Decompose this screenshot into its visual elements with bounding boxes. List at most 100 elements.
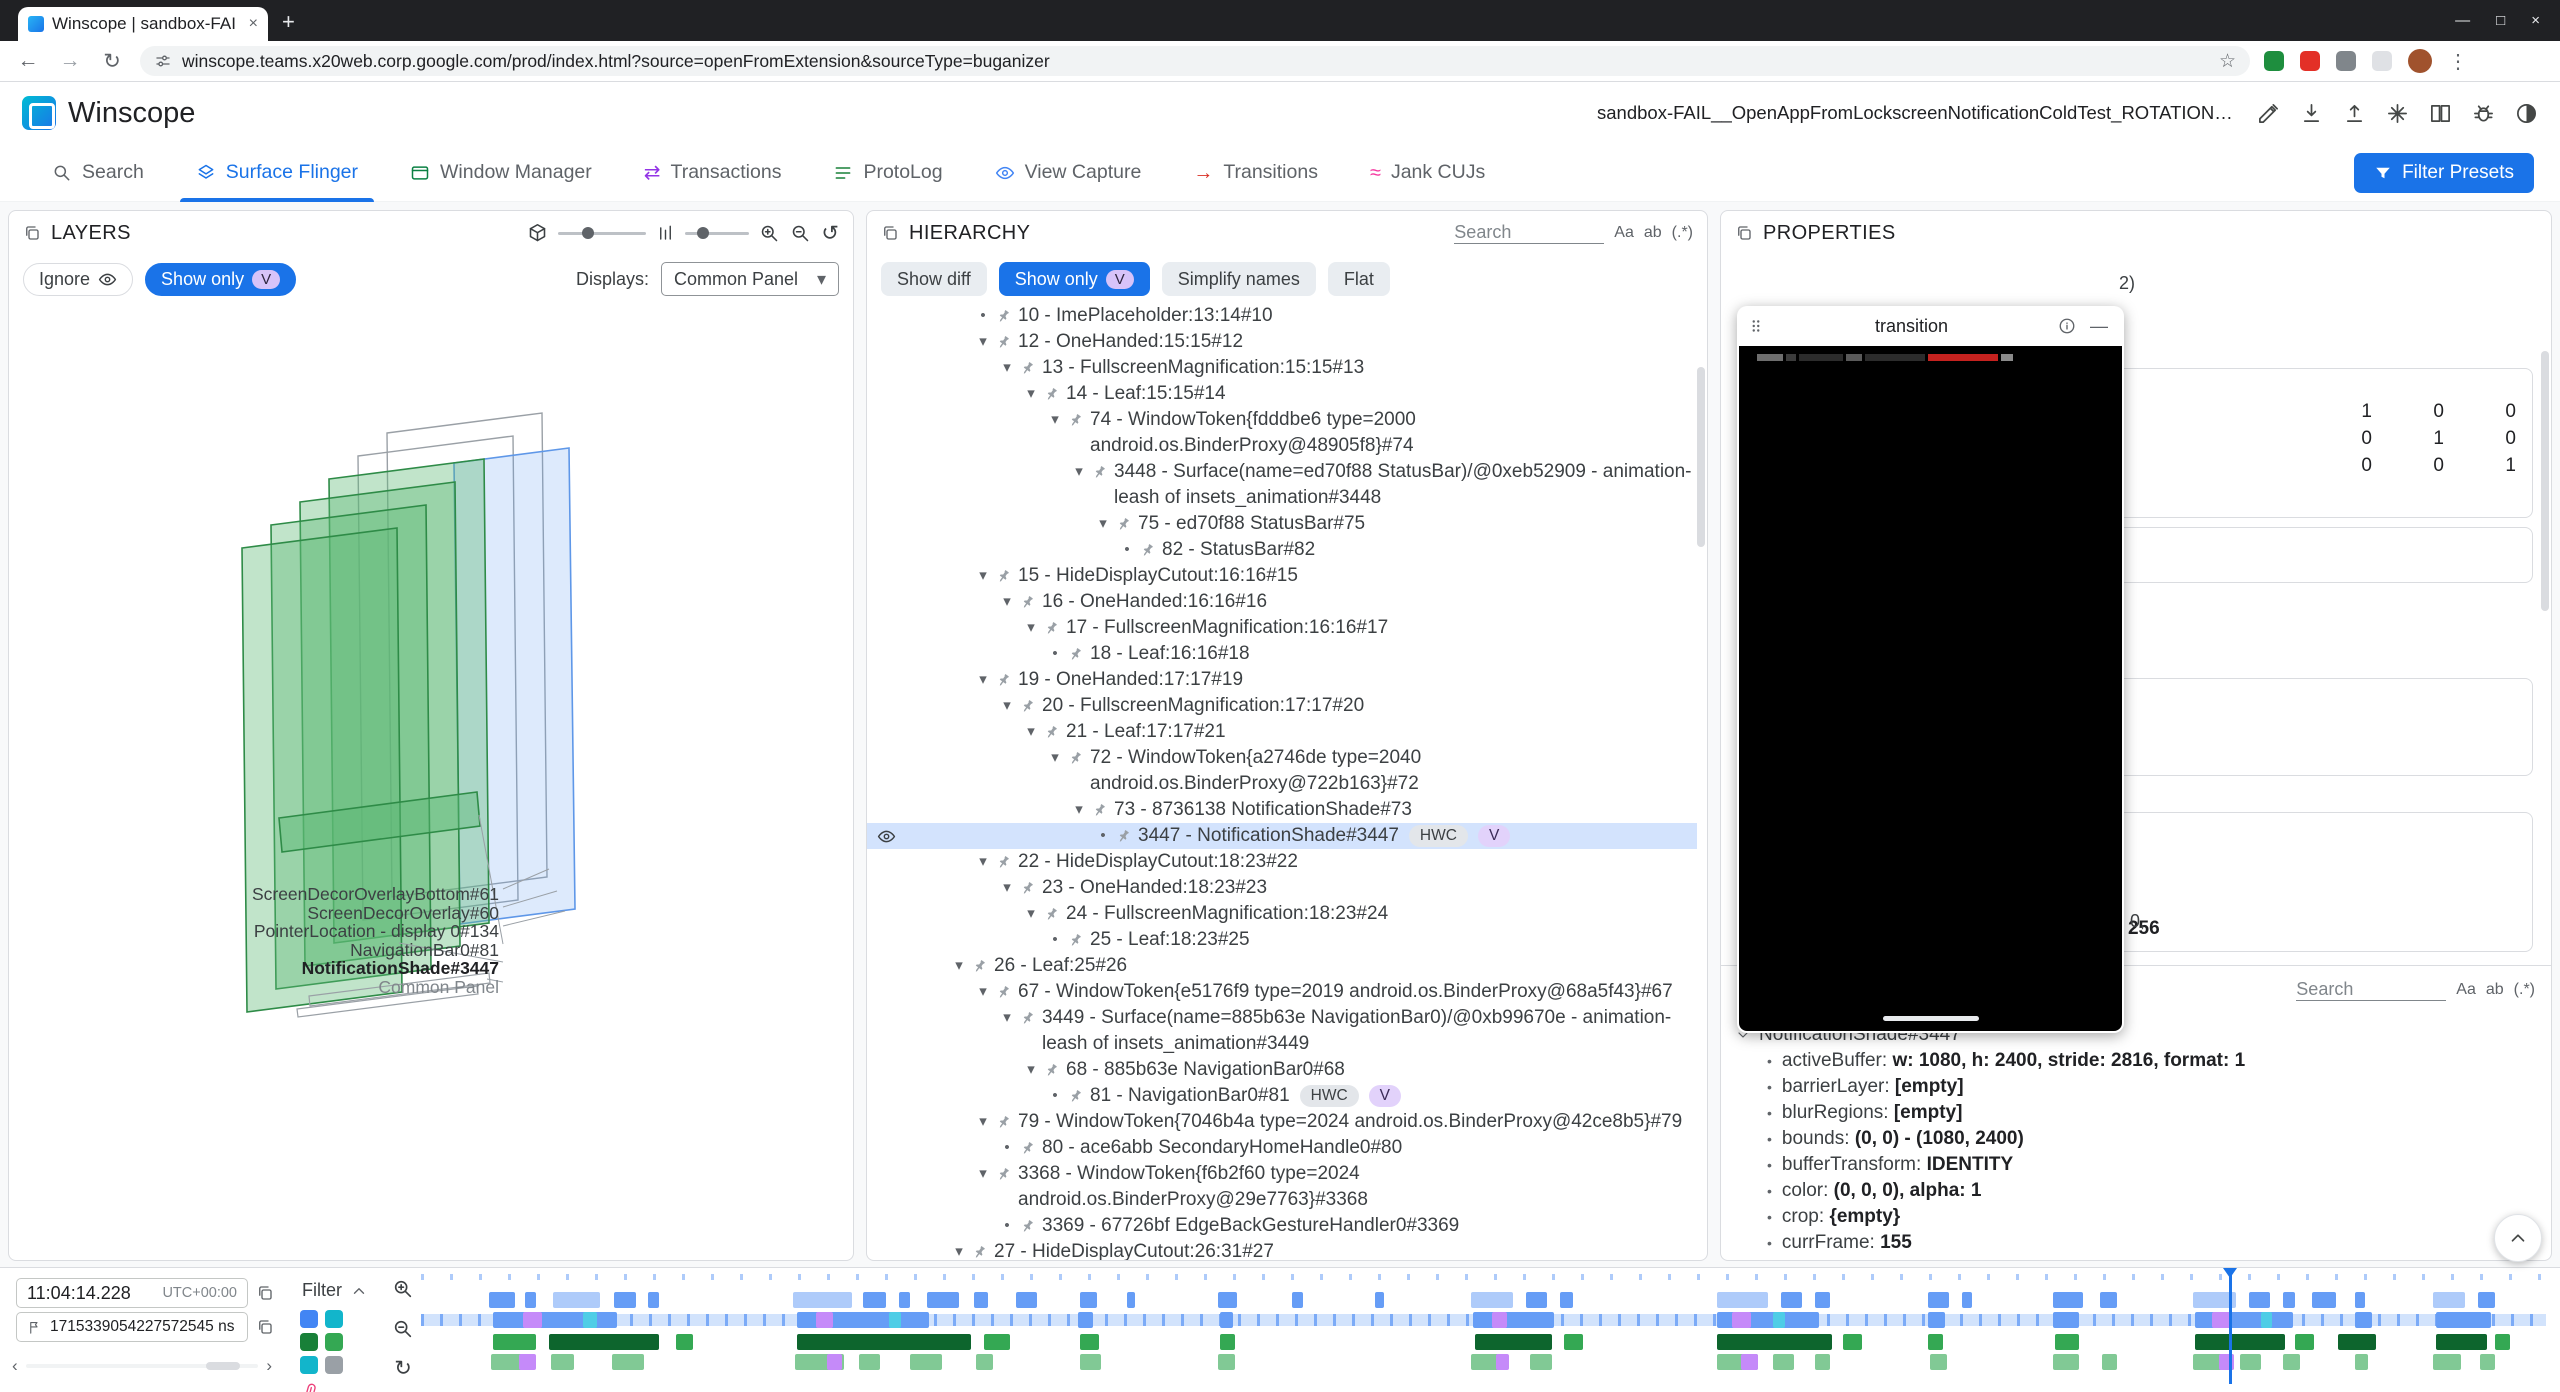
properties-search-input[interactable] (2296, 979, 2446, 1001)
trace-toggle-icon[interactable] (300, 1356, 318, 1374)
trace-segment[interactable] (863, 1292, 886, 1308)
property-item[interactable]: •barrierLayer: [empty] (1721, 1074, 2551, 1100)
url-bar[interactable]: winscope.teams.x20web.corp.google.com/pr… (140, 46, 2250, 76)
trace-segment[interactable] (1815, 1292, 1830, 1308)
expand-chevron-icon[interactable]: ▾ (1043, 407, 1067, 433)
pin-icon[interactable] (1088, 799, 1112, 823)
new-tab-button[interactable]: + (282, 9, 295, 35)
trace-segment[interactable] (1773, 1354, 1794, 1370)
show-only-visible-button[interactable]: Show only V (145, 263, 296, 296)
trace-segment[interactable] (1016, 1292, 1037, 1308)
filter-chip-flat[interactable]: Flat (1328, 262, 1390, 296)
trace-segment[interactable] (1220, 1334, 1235, 1350)
expand-chevron-icon[interactable]: ▾ (971, 1161, 995, 1187)
hierarchy-row[interactable]: •3447 - NotificationShade#3447HWCV (867, 823, 1697, 849)
trace-segment[interactable] (489, 1292, 515, 1308)
trace-segment[interactable] (1220, 1312, 1233, 1328)
pin-icon[interactable] (1112, 513, 1136, 537)
trace-segment[interactable] (1815, 1354, 1830, 1370)
property-item[interactable]: •color: (0, 0, 0), alpha: 1 (1721, 1178, 2551, 1204)
report-bug-icon[interactable] (2472, 102, 2495, 125)
forward-button[interactable]: → (56, 49, 84, 73)
pin-icon[interactable] (1112, 825, 1136, 849)
trace-segment[interactable] (1717, 1334, 1832, 1350)
timeline-hscroll[interactable]: ‹ › (12, 1352, 272, 1380)
pin-icon[interactable] (1064, 1085, 1088, 1109)
trace-segment[interactable] (1375, 1292, 1384, 1308)
displays-select[interactable]: Common Panel ▾ (661, 262, 839, 296)
expand-chevron-icon[interactable]: ▾ (971, 329, 995, 355)
trace-segment[interactable] (612, 1354, 644, 1370)
expand-chevron-icon[interactable]: ▾ (1043, 745, 1067, 771)
hierarchy-row[interactable]: ▾79 - WindowToken{7046b4a type=2024 andr… (867, 1109, 1697, 1135)
trace-segment[interactable] (1560, 1292, 1573, 1308)
spacing-slider[interactable] (685, 232, 749, 235)
trace-segment[interactable] (551, 1354, 574, 1370)
hierarchy-row[interactable]: •81 - NavigationBar0#81HWCV (867, 1083, 1697, 1109)
layer-label[interactable]: PointerLocation - display 0#134 (109, 922, 499, 941)
hierarchy-row[interactable]: ▾24 - FullscreenMagnification:18:23#24 (867, 901, 1697, 927)
trace-segment[interactable] (1080, 1292, 1097, 1308)
timeline-reset-zoom-icon[interactable]: ↻ (392, 1358, 414, 1380)
match-case-icon[interactable]: Aa (1614, 224, 1634, 242)
trace-segment[interactable] (2261, 1312, 2272, 1328)
pin-icon[interactable] (1136, 539, 1160, 563)
trace-segment[interactable] (1218, 1292, 1237, 1308)
trace-segment[interactable] (2055, 1334, 2078, 1350)
pin-icon[interactable] (992, 981, 1016, 1005)
window-close-icon[interactable]: × (2531, 12, 2540, 29)
reset-view-icon[interactable]: ↺ (821, 221, 839, 246)
trace-toggle-icon[interactable] (300, 1310, 318, 1328)
trace-segment[interactable] (493, 1334, 536, 1350)
hierarchy-row[interactable]: ▾3368 - WindowToken{f6b2f60 type=2024 an… (867, 1161, 1697, 1213)
expand-chevron-icon[interactable]: ▾ (1067, 459, 1091, 485)
pin-icon[interactable] (1064, 929, 1088, 953)
trace-segment[interactable] (519, 1354, 536, 1370)
layer-label[interactable]: NotificationShade#3447 (109, 959, 499, 978)
expand-chevron-icon[interactable]: ▾ (971, 563, 995, 589)
trace-segment[interactable] (1928, 1312, 1945, 1328)
minimize-overlay-icon[interactable]: — (2090, 316, 2108, 337)
property-item[interactable]: •currFrame: 155 (1721, 1230, 2551, 1256)
extension-icon[interactable] (2264, 51, 2284, 71)
trace-segment[interactable] (2295, 1334, 2314, 1350)
pin-icon[interactable] (968, 955, 992, 979)
hierarchy-row[interactable]: ▾16 - OneHanded:16:16#16 (867, 589, 1697, 615)
trace-segment[interactable] (2436, 1334, 2487, 1350)
zoom-out-icon[interactable] (790, 223, 811, 244)
trace-segment[interactable] (1496, 1354, 1509, 1370)
expand-chevron-icon[interactable]: ▾ (1019, 719, 1043, 745)
expand-chevron-icon[interactable]: ▾ (1019, 901, 1043, 927)
window-minimize-icon[interactable]: — (2455, 12, 2470, 29)
dark-mode-toggle-icon[interactable] (2515, 102, 2538, 125)
layer-label[interactable]: NavigationBar0#81 (109, 941, 499, 960)
extension-icon[interactable] (2300, 51, 2320, 71)
hierarchy-row[interactable]: ▾14 - Leaf:15:15#14 (867, 381, 1697, 407)
pin-icon[interactable] (1016, 1007, 1040, 1031)
tab-transactions[interactable]: ⇄Transactions (618, 144, 808, 202)
trace-segment[interactable] (2283, 1292, 2296, 1308)
trace-segment[interactable] (797, 1334, 971, 1350)
pin-icon[interactable] (992, 565, 1016, 589)
trace-segment[interactable] (525, 1292, 536, 1308)
pin-icon[interactable] (1064, 643, 1088, 667)
pin-icon[interactable] (968, 1241, 992, 1260)
hierarchy-row[interactable]: ▾72 - WindowToken{a2746de type=2040 andr… (867, 745, 1697, 797)
documentation-icon[interactable] (2429, 102, 2452, 125)
hierarchy-row[interactable]: ▾3449 - Surface(name=885b63e NavigationB… (867, 1005, 1697, 1057)
filter-chip-simplify-names[interactable]: Simplify names (1162, 262, 1316, 296)
window-maximize-icon[interactable]: □ (2496, 12, 2505, 29)
pin-icon[interactable] (992, 1163, 1016, 1187)
trace-segment[interactable] (2355, 1312, 2372, 1328)
trace-segment[interactable] (2100, 1292, 2117, 1308)
hierarchy-row[interactable]: ▾3448 - Surface(name=ed70f88 StatusBar)/… (867, 459, 1697, 511)
trace-segment[interactable] (2102, 1354, 2117, 1370)
upload-trace-icon[interactable] (2343, 102, 2366, 125)
collapse-panel-icon[interactable] (23, 224, 41, 242)
trace-segment[interactable] (493, 1312, 616, 1328)
trace-segment[interactable] (1928, 1292, 1949, 1308)
hierarchy-row[interactable]: ▾15 - HideDisplayCutout:16:16#15 (867, 563, 1697, 589)
trace-segment[interactable] (2355, 1354, 2368, 1370)
property-item[interactable]: •crop: {empty} (1721, 1204, 2551, 1230)
tab-jank-cujs[interactable]: ≈Jank CUJs (1344, 144, 1511, 202)
